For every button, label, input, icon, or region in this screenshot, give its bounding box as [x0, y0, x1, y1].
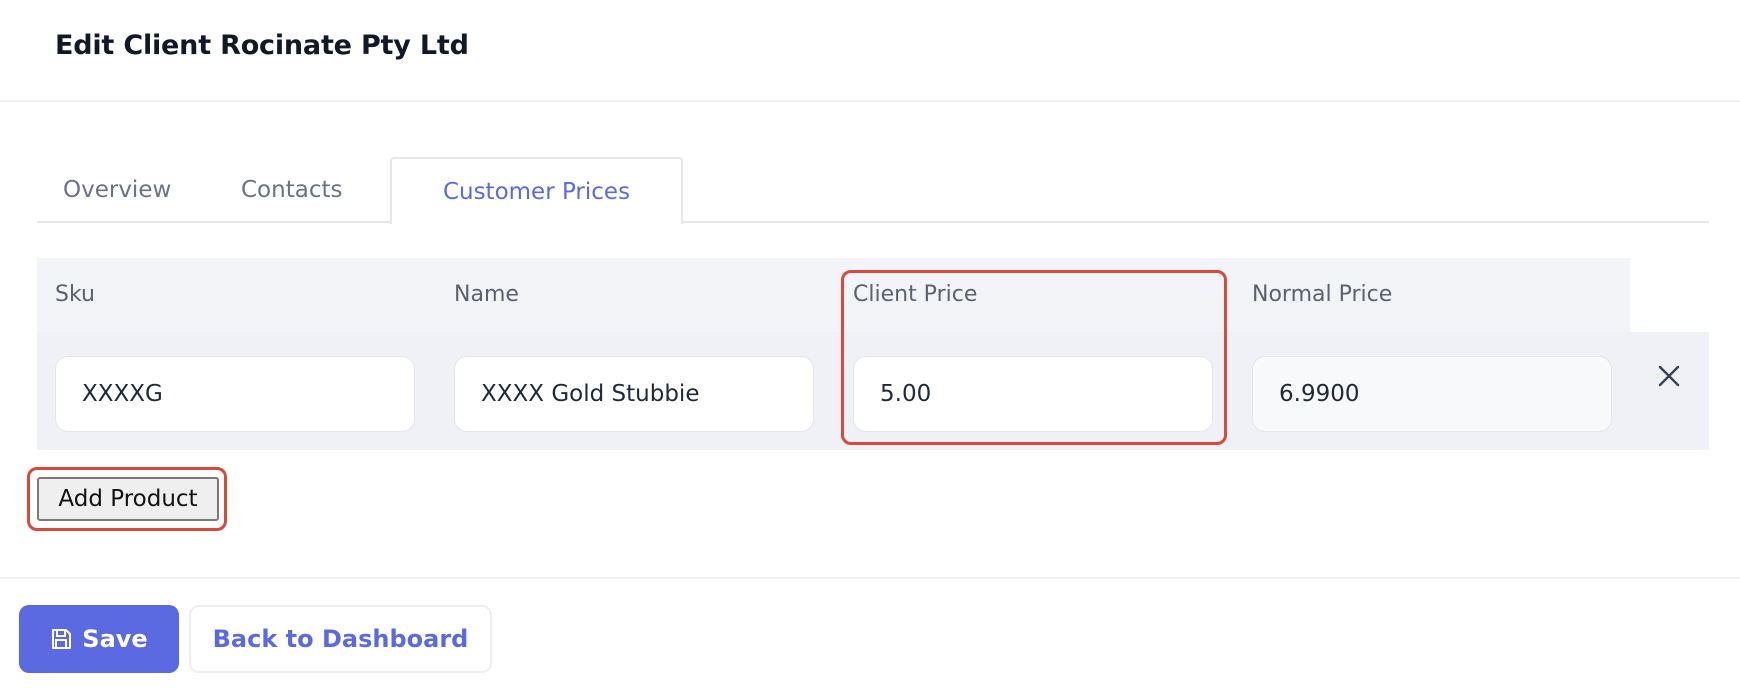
prices-table-header: Sku Name Client Price Normal Price — [37, 258, 1630, 332]
add-product-button[interactable]: Add Product — [37, 477, 219, 521]
table-row — [37, 332, 1709, 450]
column-header-sku: Sku — [55, 282, 95, 307]
tab-bar: Overview Contacts Customer Prices — [37, 157, 1709, 224]
client-price-input[interactable] — [853, 356, 1213, 432]
close-icon[interactable] — [1649, 356, 1689, 396]
tab-contacts[interactable]: Contacts — [241, 157, 342, 223]
tab-customer-prices[interactable]: Customer Prices — [390, 157, 683, 224]
back-to-dashboard-button[interactable]: Back to Dashboard — [189, 605, 492, 673]
column-header-normal-price: Normal Price — [1252, 282, 1393, 307]
sku-input[interactable] — [55, 356, 415, 432]
name-input[interactable] — [454, 356, 814, 432]
normal-price-input[interactable] — [1252, 356, 1612, 432]
floppy-disk-icon — [50, 628, 72, 650]
save-button-label: Save — [82, 625, 148, 653]
footer-divider — [0, 577, 1740, 579]
save-button[interactable]: Save — [19, 605, 179, 673]
page-title: Edit Client Rocinate Pty Ltd — [55, 30, 469, 61]
tab-overview[interactable]: Overview — [63, 157, 171, 223]
column-header-client-price: Client Price — [853, 282, 978, 307]
page-header: Edit Client Rocinate Pty Ltd — [0, 0, 1740, 102]
column-header-name: Name — [454, 282, 519, 307]
